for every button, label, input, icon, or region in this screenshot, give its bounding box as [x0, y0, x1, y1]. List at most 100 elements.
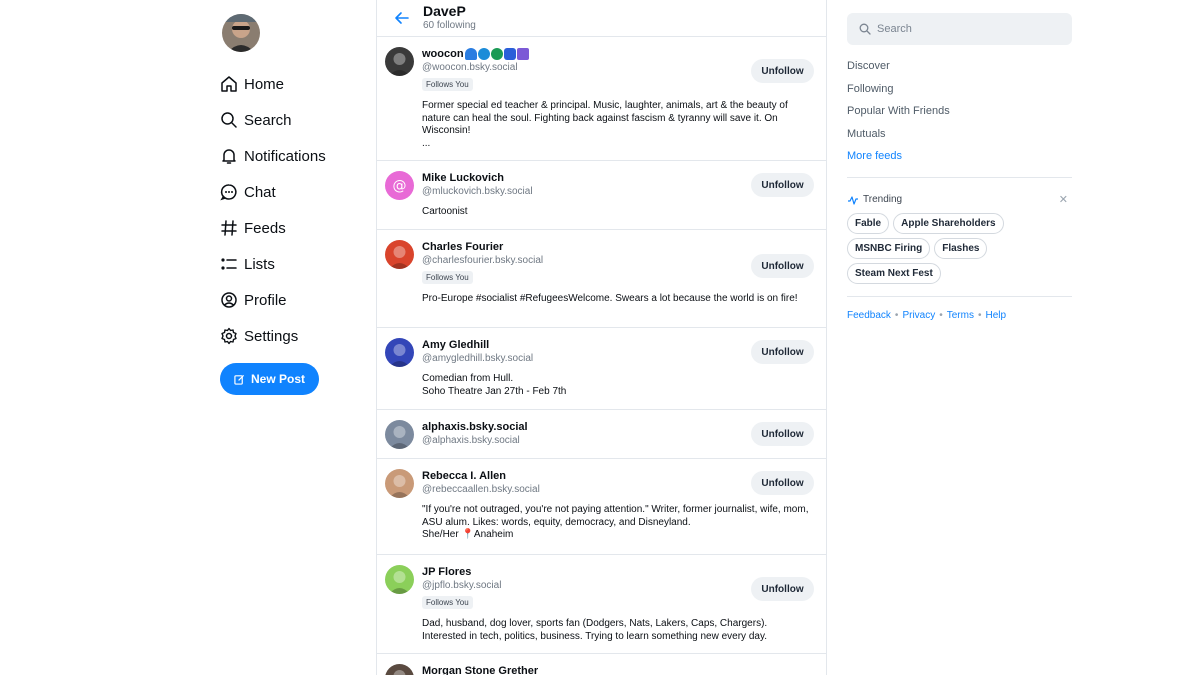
following-row[interactable]: Amy Gledhill @amygledhill.bsky.social Come…: [377, 328, 826, 410]
user-avatar[interactable]: [385, 338, 414, 367]
nav-item-settings[interactable]: Settings: [220, 318, 370, 354]
user-name[interactable]: Amy Gledhill: [422, 338, 489, 352]
follows-you-badge: Follows You: [422, 596, 473, 609]
nav-item-feeds[interactable]: Feeds: [220, 210, 370, 246]
trending-icon: [848, 195, 858, 205]
search-box[interactable]: [847, 13, 1072, 45]
user-name[interactable]: Mike Luckovich: [422, 171, 504, 185]
user-name[interactable]: Morgan Stone Grether: [422, 664, 538, 675]
nav-item-search[interactable]: Search: [220, 102, 370, 138]
following-count: 60 following: [423, 20, 476, 31]
unfollow-button[interactable]: Unfollow: [751, 340, 814, 364]
new-post-button[interactable]: New Post: [220, 363, 319, 395]
unfollow-button[interactable]: Unfollow: [751, 471, 814, 495]
feed-links: Discover Following Popular With Friends Mut…: [847, 60, 950, 173]
footer-separator: •: [894, 310, 899, 321]
search-icon: [859, 23, 871, 35]
hash-icon: [220, 219, 238, 237]
user-avatar[interactable]: [385, 565, 414, 594]
search-icon: [220, 111, 238, 129]
home-icon: [220, 75, 238, 93]
feed-link-mutuals[interactable]: Mutuals: [847, 128, 950, 151]
following-row[interactable]: Rebecca I. Allen @rebeccaallen.bsky.socia…: [377, 459, 826, 555]
following-row[interactable]: alphaxis.bsky.social @alphaxis.bsky.socia…: [377, 410, 826, 459]
chat-icon: [220, 183, 238, 201]
nav-item-home[interactable]: Home: [220, 66, 370, 102]
page-header: DaveP 60 following: [377, 0, 826, 37]
unfollow-button[interactable]: Unfollow: [751, 59, 814, 83]
user-name[interactable]: JP Flores: [422, 565, 471, 579]
feed-link-discover[interactable]: Discover: [847, 60, 950, 83]
profile-icon: [220, 291, 238, 309]
footer-link-privacy[interactable]: Privacy: [902, 310, 935, 321]
user-bio: Pro-Europe #socialist #RefugeesWelcome. …: [422, 293, 798, 304]
nav-label: Notifications: [244, 147, 326, 165]
footer-link-terms[interactable]: Terms: [947, 310, 974, 321]
following-row[interactable]: Morgan Stone Grether: [377, 654, 826, 675]
user-avatar[interactable]: [385, 420, 414, 449]
unfollow-button[interactable]: Unfollow: [751, 577, 814, 601]
nav-label: Profile: [244, 291, 287, 309]
trending-chip[interactable]: Fable: [847, 213, 890, 234]
nav-label: Chat: [244, 183, 276, 201]
trending-header: Trending ✕: [847, 193, 1072, 206]
divider: [847, 296, 1072, 297]
following-list-column: DaveP 60 following woocon @woocon.bsky.so…: [376, 0, 827, 675]
user-avatar[interactable]: [385, 469, 414, 498]
trending-chip[interactable]: Apple Shareholders: [893, 213, 1004, 234]
user-avatar[interactable]: [385, 47, 414, 76]
nav-item-chat[interactable]: Chat: [220, 174, 370, 210]
user-name[interactable]: alphaxis.bsky.social: [422, 420, 528, 434]
left-navigation: Home Search Notifications Chat Feeds Lists Pro…: [220, 14, 370, 354]
user-name[interactable]: Rebecca I. Allen: [422, 469, 506, 483]
nav-item-notifications[interactable]: Notifications: [220, 138, 370, 174]
gear-icon: [220, 327, 238, 345]
footer-separator: •: [977, 310, 982, 321]
user-bio: Former special ed teacher & principal. M…: [422, 100, 788, 149]
feed-link-following[interactable]: Following: [847, 83, 950, 106]
close-trending-icon[interactable]: ✕: [1059, 193, 1068, 206]
user-bio: Cartoonist: [422, 206, 468, 217]
user-name[interactable]: woocon: [422, 47, 464, 61]
my-avatar[interactable]: [222, 14, 260, 52]
footer-separator: •: [939, 310, 943, 321]
user-bio: Dad, husband, dog lover, sports fan (Dod…: [422, 618, 768, 642]
user-bio: "If you're not outraged, you're not payi…: [422, 504, 809, 540]
more-feeds-link[interactable]: More feeds: [847, 150, 950, 173]
unfollow-button[interactable]: Unfollow: [751, 422, 814, 446]
nav-label: Lists: [244, 255, 275, 273]
following-row[interactable]: Charles Fourier @charlesfourier.bsky.soci…: [377, 230, 826, 328]
svg-text:@: @: [393, 178, 407, 194]
feed-link-popular-with-friends[interactable]: Popular With Friends: [847, 105, 950, 128]
trending-chip[interactable]: Flashes: [934, 238, 988, 259]
following-row[interactable]: @ Mike Luckovich @mluckovich.bsky.social Ca…: [377, 161, 826, 230]
trending-chip[interactable]: MSNBC Firing: [847, 238, 931, 259]
following-row[interactable]: woocon @woocon.bsky.social Follows You Form…: [377, 37, 826, 161]
trending-title: Trending: [863, 194, 903, 205]
trending-chip[interactable]: Steam Next Fest: [847, 263, 941, 284]
nav-label: Home: [244, 75, 285, 93]
user-avatar[interactable]: [385, 664, 414, 675]
footer-link-feedback[interactable]: Feedback: [847, 310, 891, 321]
compose-icon: [234, 374, 245, 385]
search-input[interactable]: [877, 23, 1057, 35]
back-arrow-icon[interactable]: [393, 9, 411, 27]
user-bio: Comedian from Hull. Soho Theatre Jan 27t…: [422, 373, 567, 397]
footer-links: Feedback • Privacy • Terms • Help: [847, 310, 1006, 321]
page-title: DaveP: [423, 3, 466, 19]
unfollow-button[interactable]: Unfollow: [751, 173, 814, 197]
follows-you-badge: Follows You: [422, 78, 473, 91]
divider: [847, 177, 1072, 178]
footer-link-help[interactable]: Help: [986, 310, 1007, 321]
unfollow-button[interactable]: Unfollow: [751, 254, 814, 278]
trending-topics: Fable Apple Shareholders MSNBC Firing Flash…: [847, 213, 1072, 288]
name-emoji-icons: [464, 48, 530, 60]
nav-item-profile[interactable]: Profile: [220, 282, 370, 318]
list-icon: [220, 255, 238, 273]
nav-item-lists[interactable]: Lists: [220, 246, 370, 282]
user-avatar[interactable]: @: [385, 171, 414, 200]
user-name[interactable]: Charles Fourier: [422, 240, 503, 254]
user-avatar[interactable]: [385, 240, 414, 269]
following-row[interactable]: JP Flores @jpflo.bsky.social Follows You Da…: [377, 555, 826, 654]
nav-label: Settings: [244, 327, 299, 345]
